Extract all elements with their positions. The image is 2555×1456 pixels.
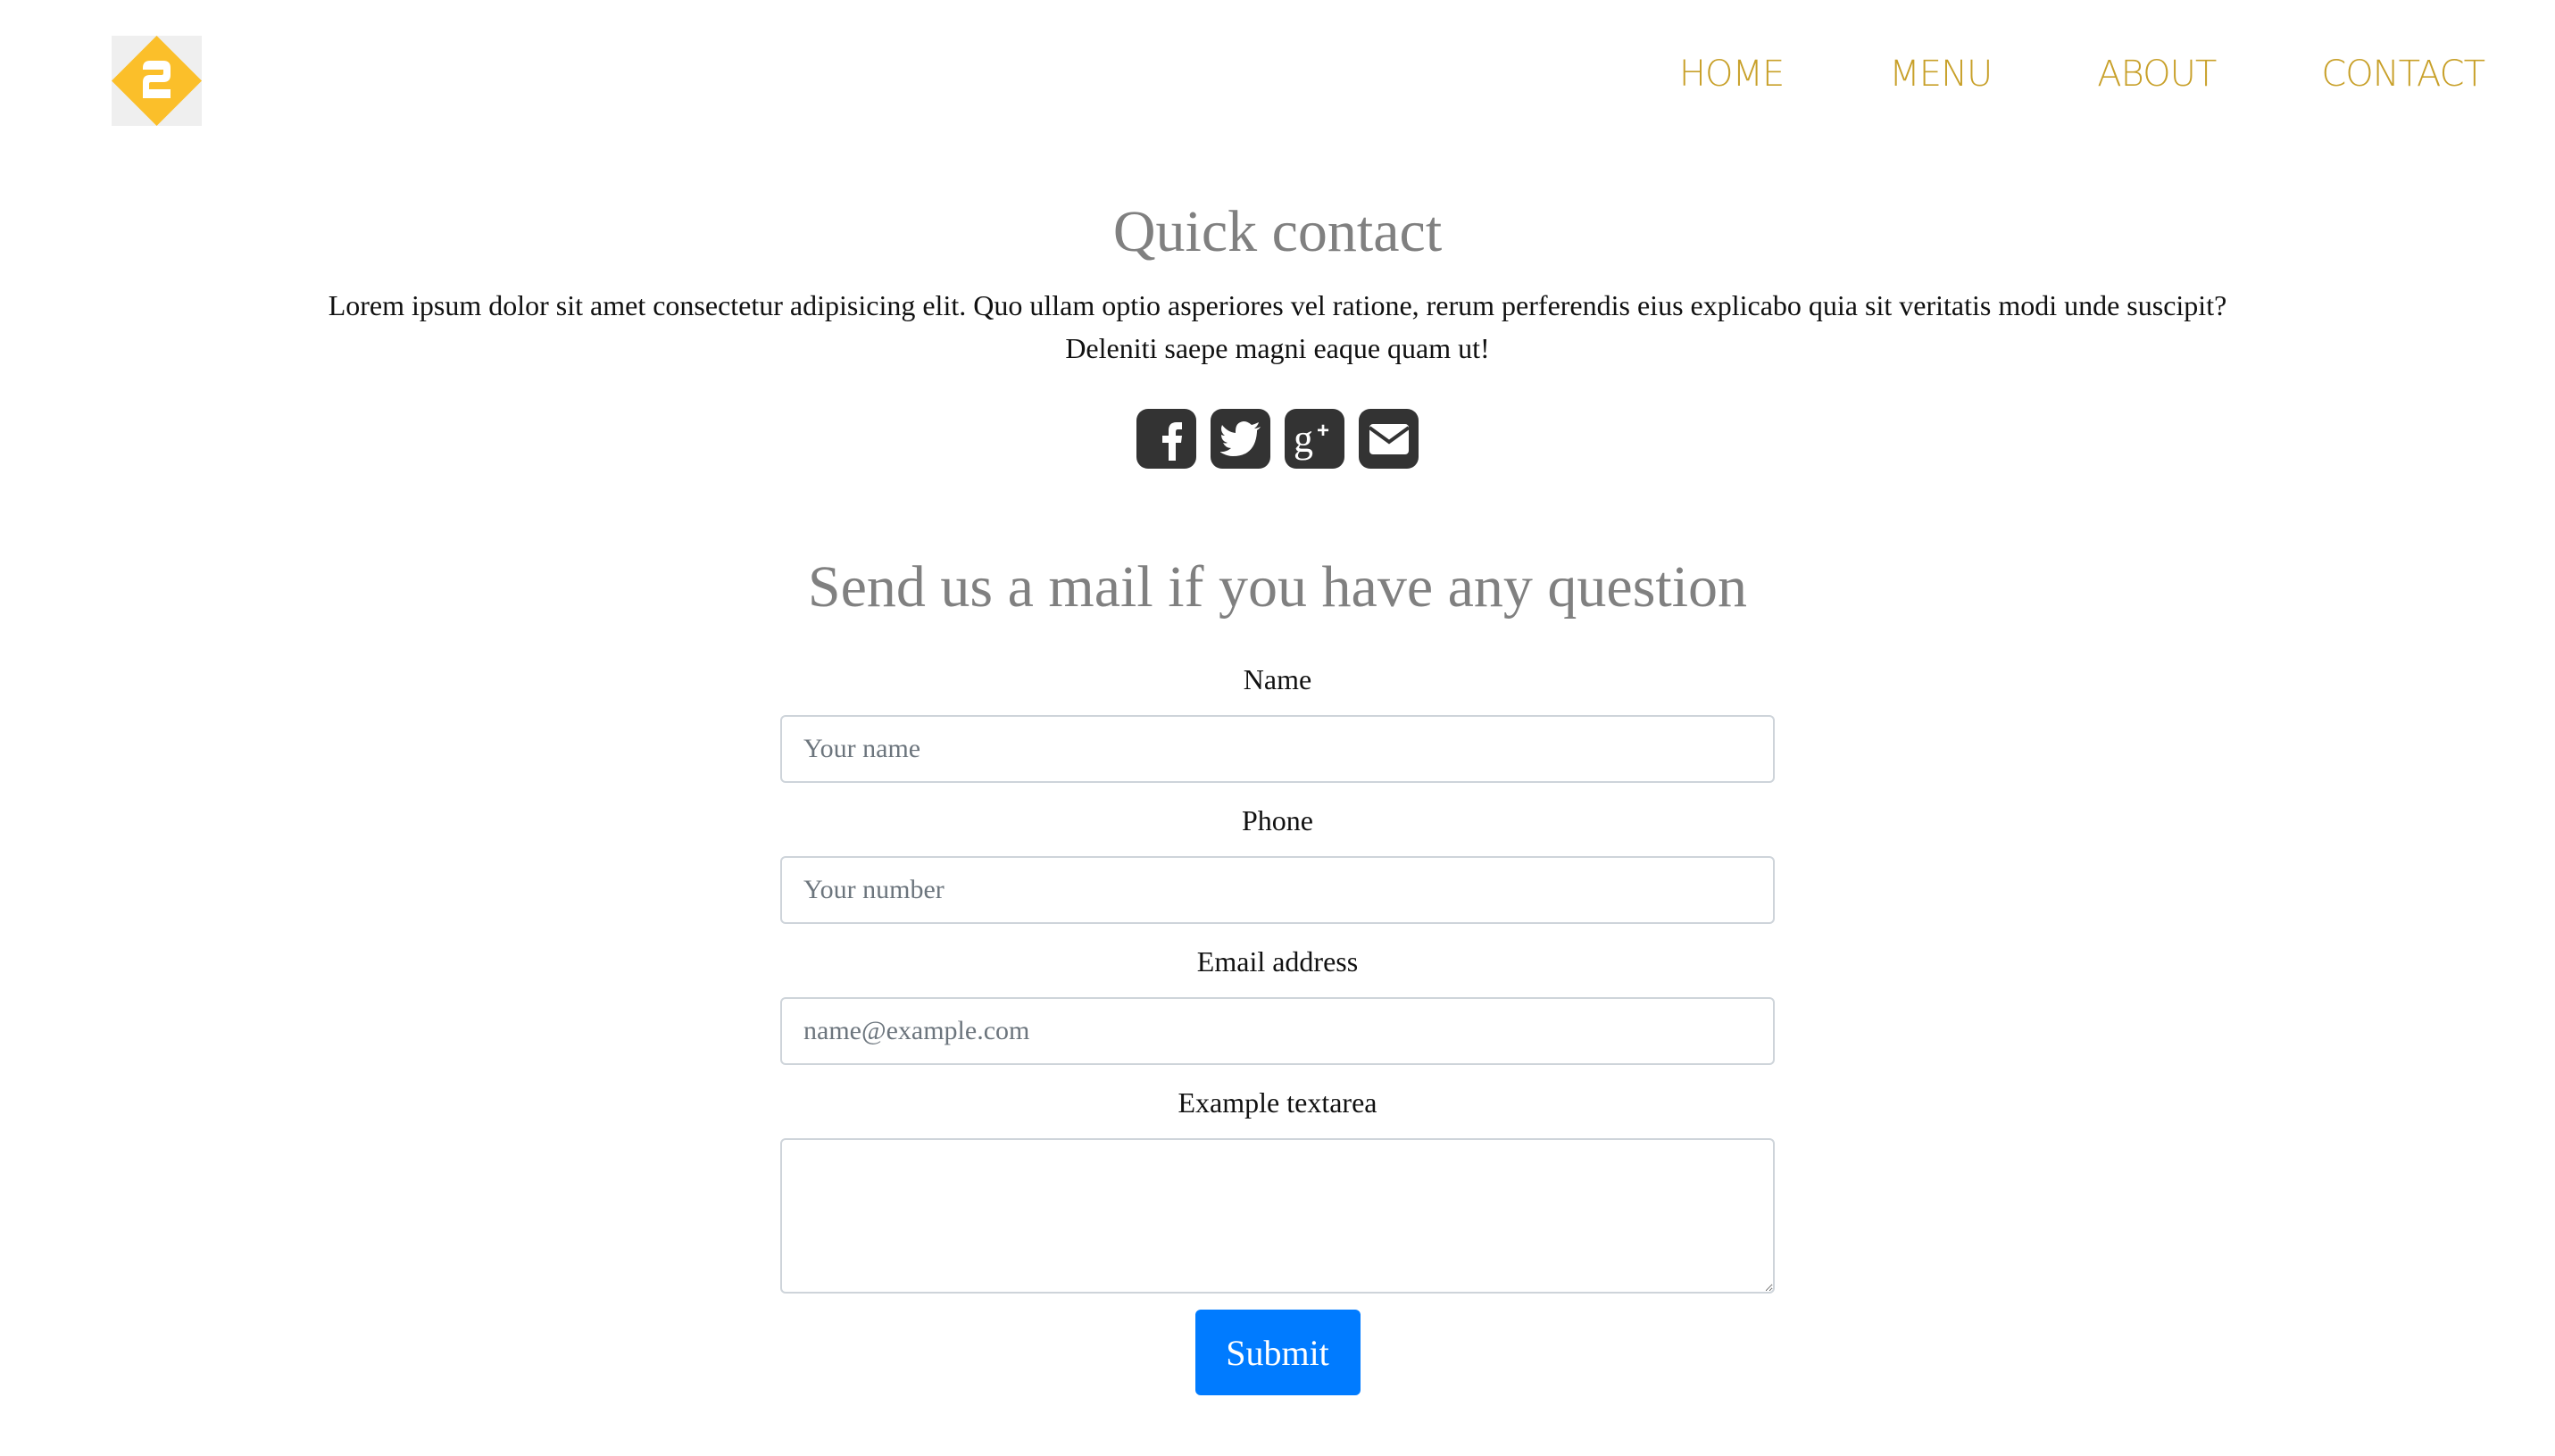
intro-text: Lorem ipsum dolor sit amet consectetur a… xyxy=(295,284,2260,370)
diamond-2-logo-icon xyxy=(112,36,202,126)
mail-form-title: Send us a mail if you have any question xyxy=(807,554,1748,620)
facebook-button[interactable] xyxy=(1136,409,1196,469)
google-plus-button[interactable]: g + xyxy=(1285,409,1344,469)
social-links: g + xyxy=(0,409,2555,469)
nav-menu[interactable]: MENU xyxy=(1889,52,1993,96)
email-group: Email address xyxy=(780,944,1775,1065)
contact-page: HOME MENU ABOUT CONTACT Quick contact Lo… xyxy=(0,0,2555,1456)
quick-contact-title: Quick contact xyxy=(1112,199,1443,264)
textarea-label: Example textarea xyxy=(1178,1086,1377,1119)
envelope-icon xyxy=(1369,423,1409,454)
email-label: Email address xyxy=(1196,945,1359,978)
name-input[interactable] xyxy=(780,715,1775,783)
main-content: Quick contact Lorem ipsum dolor sit amet… xyxy=(0,187,2555,1395)
phone-input[interactable] xyxy=(780,856,1775,924)
facebook-icon xyxy=(1161,421,1182,461)
intro-line-1: Lorem ipsum dolor sit amet consectetur a… xyxy=(328,289,2227,321)
phone-label: Phone xyxy=(1242,804,1313,836)
nav-home[interactable]: HOME xyxy=(1679,52,1785,96)
textarea-group: Example textarea xyxy=(780,1085,1775,1294)
logo[interactable] xyxy=(112,36,202,126)
twitter-button[interactable] xyxy=(1211,409,1270,469)
phone-group: Phone xyxy=(780,803,1775,924)
email-button[interactable] xyxy=(1359,409,1419,469)
contact-form: Name Phone Email address Example textare… xyxy=(780,661,1775,1395)
nav-contact[interactable]: CONTACT xyxy=(2321,52,2485,96)
svg-text:g: g xyxy=(1294,418,1313,461)
name-group: Name xyxy=(780,661,1775,783)
email-input[interactable] xyxy=(780,997,1775,1065)
name-label: Name xyxy=(1243,663,1312,695)
twitter-icon xyxy=(1219,420,1261,456)
google-plus-icon: g + xyxy=(1294,418,1329,461)
submit-button[interactable]: Submit xyxy=(1194,1310,1361,1395)
message-textarea[interactable] xyxy=(780,1138,1775,1294)
svg-text:+: + xyxy=(1317,419,1329,443)
intro-line-2: Deleniti saepe magni eaque quam ut! xyxy=(1065,332,1490,364)
nav-about[interactable]: ABOUT xyxy=(2097,52,2217,96)
main-nav: HOME MENU ABOUT CONTACT xyxy=(1679,52,2485,96)
